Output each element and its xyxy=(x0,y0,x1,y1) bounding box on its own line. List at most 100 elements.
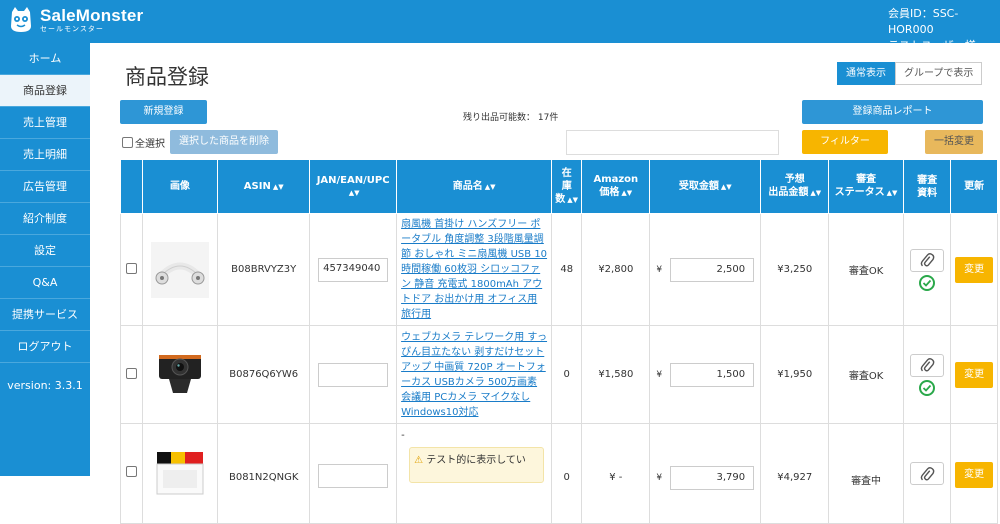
brand-logo[interactable]: SaleMonster セールモンスター xyxy=(8,6,143,34)
jan-input[interactable]: 457349040 xyxy=(318,257,389,282)
amazon-price-cell: ¥1,580 xyxy=(581,325,651,424)
stock-cell: 0 xyxy=(563,472,570,483)
sort-icon: ▲▼ xyxy=(348,188,360,197)
edit-button[interactable]: 変更 xyxy=(955,361,994,388)
status-cell: 審査OK xyxy=(828,325,904,424)
header-image: 画像 xyxy=(141,159,219,214)
row-checkbox[interactable] xyxy=(125,367,137,379)
product-name-link[interactable]: ウェブカメラ テレワーク用 すっぴん目立たない 剥すだけセットアップ 中画質 7… xyxy=(401,332,547,418)
status-cell: 審査OK xyxy=(828,213,904,326)
receive-amount-input[interactable]: 3,790 xyxy=(670,466,755,490)
receive-amount-input[interactable]: 2,500 xyxy=(670,257,755,282)
header-amazon-price[interactable]: Amazon 価格 ▲▼ xyxy=(581,159,651,214)
header-jan[interactable]: JAN/EAN/UPC ▲▼ xyxy=(309,159,398,214)
sidebar-item-partner-services[interactable]: 提携サービス xyxy=(0,299,90,331)
view-normal-button[interactable]: 通常表示 xyxy=(837,62,895,85)
sort-icon: ▲▼ xyxy=(720,182,732,191)
expected-price-cell: ¥4,927 xyxy=(777,472,813,483)
sidebar-item-referral[interactable]: 紹介制度 xyxy=(0,203,90,235)
new-registration-button[interactable]: 新規登録 xyxy=(120,100,207,124)
paperclip-icon xyxy=(920,358,935,372)
expected-price-cell: ¥3,250 xyxy=(760,213,830,326)
table-row: B08BRVYZ3Y 457349040 扇風機 首掛け ハンズフリー ポータブ… xyxy=(120,213,998,326)
warning-icon: ⚠ xyxy=(414,455,424,466)
attachment-button[interactable] xyxy=(910,462,945,485)
yen-symbol: ¥ xyxy=(656,369,663,380)
filter-input[interactable] xyxy=(566,130,779,155)
row-checkbox[interactable] xyxy=(125,466,137,477)
warning-text: テスト的に表示してい xyxy=(426,455,526,466)
amazon-price-cell: ¥ - xyxy=(609,472,623,483)
brand-subtitle: セールモンスター xyxy=(40,25,104,33)
sidebar-item-sales-management[interactable]: 売上管理 xyxy=(0,107,90,139)
product-table: 画像 ASIN ▲▼ JAN/EAN/UPC ▲▼ 商品名 ▲▼ 在庫数 ▲▼ Amaz… xyxy=(120,159,998,524)
product-image-flags[interactable] xyxy=(151,446,209,502)
asin-cell: B081N2QNGK xyxy=(228,472,299,483)
receive-amount: ¥ 2,500 xyxy=(650,257,760,282)
header-product-name[interactable]: 商品名 ▲▼ xyxy=(396,159,553,214)
receive-amount-input[interactable]: 1,500 xyxy=(670,362,755,387)
monster-logo-icon xyxy=(8,6,34,34)
sidebar-item-logout[interactable]: ログアウト xyxy=(0,331,90,363)
expected-price-cell: ¥1,950 xyxy=(760,325,830,424)
header-receive-amount[interactable]: 受取金額 ▲▼ xyxy=(649,159,762,214)
edit-button[interactable]: 変更 xyxy=(955,256,994,283)
version-label: version: 3.3.1 xyxy=(7,379,83,392)
page-title: 商品登録 xyxy=(125,65,209,89)
sidebar-item-product-registration[interactable]: 商品登録 xyxy=(0,75,90,107)
header-update: 更新 xyxy=(950,159,998,214)
yen-symbol: ¥ xyxy=(656,264,663,275)
remaining-listings: 残り出品可能数： 17件 xyxy=(463,113,559,123)
member-id: 会員ID：SSC-HOR000 xyxy=(888,7,959,36)
asin-cell: B0876Q6YW6 xyxy=(217,325,311,424)
jan-input[interactable] xyxy=(318,464,389,488)
brand-name: SaleMonster xyxy=(40,6,144,25)
sidebar: ホーム 商品登録 売上管理 売上明細 広告管理 紹介制度 設定 Q&A 提携サー… xyxy=(0,43,90,476)
check-circle-icon xyxy=(919,274,936,291)
filter-button[interactable]: フィルター xyxy=(802,130,888,154)
sort-icon: ▲▼ xyxy=(810,189,822,197)
warning-box: ⚠ テスト的に表示してい xyxy=(409,447,545,483)
header-expected-price[interactable]: 予想 出品金額 ▲▼ xyxy=(760,159,830,214)
header-review-docs: 審査 資料 xyxy=(902,159,952,214)
product-image-neck-fan[interactable] xyxy=(150,241,209,298)
sort-icon: ▲▼ xyxy=(484,182,496,191)
stock-cell: 48 xyxy=(551,213,583,326)
registered-products-report-button[interactable]: 登録商品レポート xyxy=(802,100,983,124)
view-toggle: 通常表示 グループで表示 xyxy=(837,62,983,85)
yen-symbol: ¥ xyxy=(656,473,663,483)
sidebar-item-settings[interactable]: 設定 xyxy=(0,235,90,267)
sidebar-item-ad-management[interactable]: 広告管理 xyxy=(0,171,90,203)
sort-icon: ▲▼ xyxy=(621,189,633,197)
select-all-label: 全選択 xyxy=(135,139,165,150)
select-all-checkbox[interactable] xyxy=(122,137,133,148)
table-row: B081N2QNGK - ⚠ テスト的に表示してい 0 ¥ - ¥ 3,790 xyxy=(120,423,998,524)
row-checkbox[interactable] xyxy=(125,262,137,274)
header-asin[interactable]: ASIN ▲▼ xyxy=(217,159,311,214)
jan-input[interactable] xyxy=(318,362,389,387)
product-name-link[interactable]: 扇風機 首掛け ハンズフリー ポータブル 角度調整 3段階風量調節 おしゃれ ミ… xyxy=(401,219,547,320)
table-header-row: 画像 ASIN ▲▼ JAN/EAN/UPC ▲▼ 商品名 ▲▼ 在庫数 ▲▼ Amaz… xyxy=(120,159,998,214)
asin-cell: B08BRVYZ3Y xyxy=(217,213,311,326)
product-image-webcam[interactable] xyxy=(150,346,209,403)
main-content: 商品登録 通常表示 グループで表示 新規登録 残り出品可能数： 17件 登録商品… xyxy=(90,43,1000,524)
sidebar-item-sales-details[interactable]: 売上明細 xyxy=(0,139,90,171)
select-all[interactable]: 全選択 xyxy=(122,135,165,150)
stock-cell: 0 xyxy=(551,325,583,424)
header-review-status[interactable]: 審査 ステータス ▲▼ xyxy=(828,159,904,214)
receive-amount: ¥ 3,790 xyxy=(650,466,760,490)
amazon-price-cell: ¥2,800 xyxy=(581,213,651,326)
table-row: B0876Q6YW6 ウェブカメラ テレワーク用 すっぴん目立たない 剥すだけセ… xyxy=(120,325,998,424)
attachment-button[interactable] xyxy=(910,248,945,272)
edit-button[interactable]: 変更 xyxy=(955,462,994,488)
view-group-button[interactable]: グループで表示 xyxy=(895,62,983,85)
sidebar-item-home[interactable]: ホーム xyxy=(0,43,90,75)
header-stock[interactable]: 在庫数 ▲▼ xyxy=(551,159,583,214)
delete-selected-button[interactable]: 選択した商品を削除 xyxy=(170,130,278,154)
receive-amount: ¥ 1,500 xyxy=(650,362,760,387)
bulk-edit-button[interactable]: 一括変更 xyxy=(925,130,983,154)
header-checkbox xyxy=(120,159,143,214)
attachment-button[interactable] xyxy=(910,353,945,377)
paperclip-icon xyxy=(920,253,935,267)
sidebar-item-qa[interactable]: Q&A xyxy=(0,267,90,299)
